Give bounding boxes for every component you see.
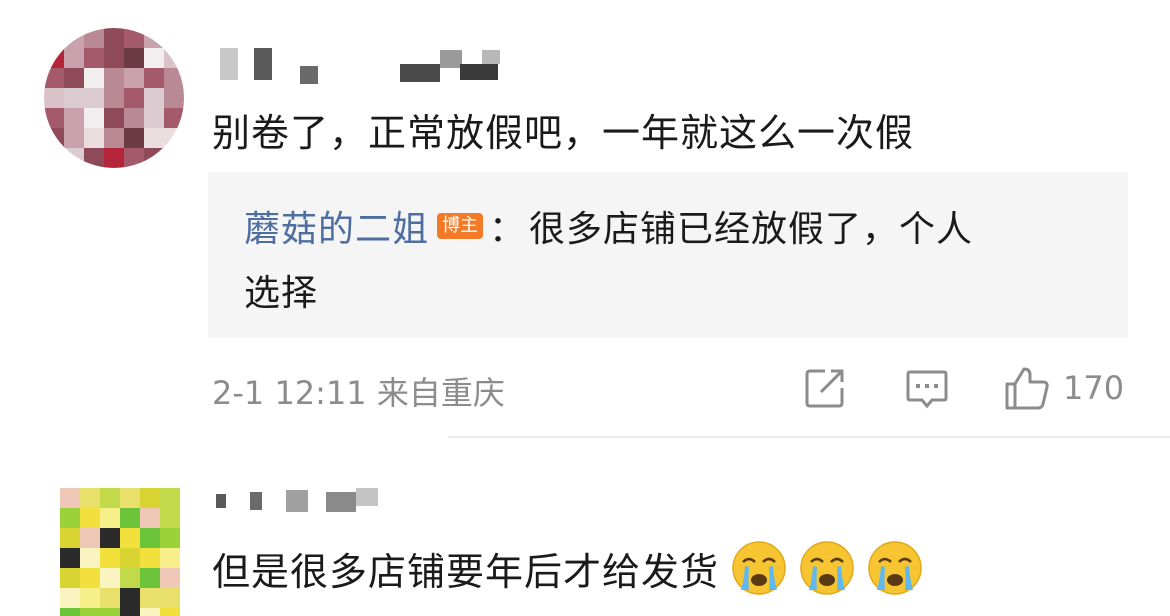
comment-thread: 别卷了，正常放假吧，一年就这么一次假 蘑菇的二姐 博主 ： 很多店铺已经放假了，… (0, 0, 1170, 616)
crying-emoji-icon (868, 541, 922, 595)
comment-text: 但是很多店铺要年后才给发货 (212, 540, 923, 596)
avatar[interactable] (60, 488, 180, 616)
crying-emoji-icon (800, 541, 854, 595)
share-icon (805, 369, 844, 408)
thumbs-up-icon (1005, 367, 1049, 410)
reply-text-continued: 选择 (244, 273, 319, 314)
crying-emoji-icon (732, 541, 786, 595)
reply-author-link[interactable]: 蘑菇的二姐 (244, 200, 429, 252)
like-button[interactable]: 170 (1003, 364, 1124, 412)
author-badge: 博主 (437, 213, 484, 239)
comment-text: 别卷了，正常放假吧，一年就这么一次假 (212, 111, 915, 155)
comment-button[interactable] (905, 364, 949, 412)
reply-separator: ： (489, 209, 526, 250)
share-button[interactable] (803, 364, 847, 412)
reply-box[interactable]: 蘑菇的二姐 博主 ： 很多店铺已经放假了，个人 选择 (208, 172, 1128, 338)
divider (448, 436, 1170, 438)
comment-meta: 2-1 12:11 来自重庆 (212, 374, 505, 412)
avatar[interactable] (44, 28, 184, 168)
reply-text: 很多店铺已经放假了，个人 (529, 209, 974, 250)
comment-icon (906, 370, 948, 409)
like-count: 170 (1063, 369, 1125, 407)
username-pixelated[interactable] (220, 44, 520, 84)
username-pixelated[interactable] (216, 486, 386, 516)
comment-text-content: 但是很多店铺要年后才给发货 (212, 549, 720, 594)
